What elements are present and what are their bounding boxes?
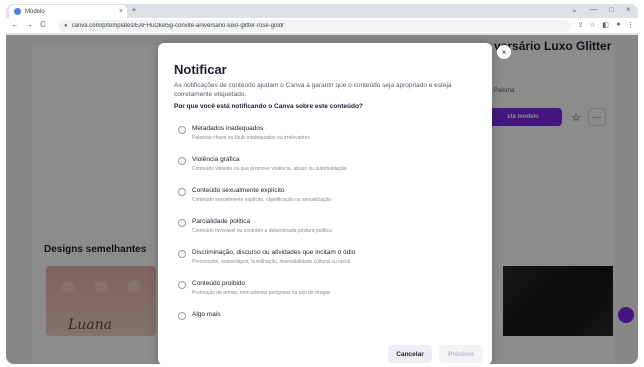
tab-strip: Modelo × + ⌄ — □ × bbox=[6, 4, 638, 18]
canva-favicon-icon bbox=[14, 8, 21, 15]
tab-title: Modelo bbox=[25, 8, 45, 15]
option-label: Discriminação, discurso ou atividades qu… bbox=[192, 249, 356, 256]
option-description: Preconceito, estereótipos, humilhação, i… bbox=[192, 259, 351, 265]
radio-button[interactable] bbox=[178, 312, 186, 320]
radio-button[interactable] bbox=[178, 281, 186, 289]
report-option[interactable]: Metadados inadequados Palavras-chave ou … bbox=[178, 125, 478, 147]
option-description: Palavras-chave ou título inadequados ou … bbox=[192, 135, 310, 141]
report-option[interactable]: Discriminação, discurso ou atividades qu… bbox=[178, 249, 478, 271]
report-option[interactable]: Conteúdo proibido Promoção de armas, mer… bbox=[178, 280, 478, 302]
tab-close-icon[interactable]: × bbox=[115, 8, 127, 15]
reload-button[interactable]: C bbox=[38, 20, 48, 29]
radio-button[interactable] bbox=[178, 188, 186, 196]
url-text: canva.com/p/templates/EAFHuDkel5g-convit… bbox=[71, 23, 284, 29]
dialog-description: As notificações de conteúdo ajudam o Can… bbox=[174, 82, 452, 98]
radio-button[interactable] bbox=[178, 126, 186, 134]
option-label: Metadados inadequados bbox=[192, 125, 264, 132]
option-label: Algo mais bbox=[192, 311, 221, 318]
new-tab-button[interactable]: + bbox=[128, 5, 140, 15]
report-option[interactable]: Violência gráfica Conteúdo violento ou q… bbox=[178, 156, 478, 178]
lock-icon: ● bbox=[64, 23, 68, 29]
close-window-button[interactable]: × bbox=[626, 5, 631, 14]
cancel-button[interactable]: Cancelar bbox=[388, 345, 432, 363]
report-dialog: Notificar As notificações de conteúdo aj… bbox=[158, 43, 492, 364]
dialog-title: Notificar bbox=[174, 62, 227, 77]
report-option[interactable]: Algo mais bbox=[178, 311, 478, 333]
browser-menu-icon[interactable]: ⋮ bbox=[626, 21, 635, 29]
close-dialog-icon[interactable]: × bbox=[497, 45, 511, 59]
radio-button[interactable] bbox=[178, 157, 186, 165]
next-button[interactable]: Próximo bbox=[439, 345, 483, 363]
radio-button[interactable] bbox=[178, 219, 186, 227]
option-label: Conteúdo sexualmente explícito bbox=[192, 187, 285, 194]
report-option[interactable]: Parcialidade política Conteúdo favorável… bbox=[178, 218, 478, 240]
option-description: Conteúdo sexualmente explícito, objetifi… bbox=[192, 197, 331, 203]
browser-tab[interactable]: Modelo × bbox=[9, 5, 127, 18]
forward-button[interactable]: → bbox=[24, 20, 34, 29]
option-label: Violência gráfica bbox=[192, 156, 240, 163]
report-option[interactable]: Conteúdo sexualmente explícito Conteúdo … bbox=[178, 187, 478, 209]
browser-toolbar: ← → C ● canva.com/p/templates/EAFHuDkel5… bbox=[6, 18, 638, 34]
bookmark-star-icon[interactable]: ☆ bbox=[588, 21, 597, 29]
minimize-button[interactable]: — bbox=[590, 5, 598, 14]
share-icon[interactable]: ⇪ bbox=[576, 21, 585, 29]
tab-search-icon[interactable]: ⌄ bbox=[571, 5, 578, 14]
option-description: Conteúdo favorável ou contrário a determ… bbox=[192, 228, 332, 234]
option-description: Conteúdo violento ou que promove violênc… bbox=[192, 166, 347, 172]
side-panel-icon[interactable]: ◧ bbox=[601, 21, 610, 29]
option-label: Conteúdo proibido bbox=[192, 280, 246, 287]
option-description: Promoção de armas, mercadorias perigosas… bbox=[192, 290, 331, 296]
back-button[interactable]: ← bbox=[10, 20, 20, 29]
address-bar[interactable]: ● canva.com/p/templates/EAFHuDkel5g-conv… bbox=[58, 20, 570, 32]
dialog-question: Por que você está notificando o Canva so… bbox=[174, 103, 363, 110]
maximize-button[interactable]: □ bbox=[609, 5, 614, 14]
radio-button[interactable] bbox=[178, 250, 186, 258]
option-label: Parcialidade política bbox=[192, 218, 251, 225]
browser-window: Modelo × + ⌄ — □ × ← → C ● canva.com/p/t… bbox=[6, 4, 638, 364]
profile-icon[interactable]: ● bbox=[614, 21, 623, 28]
